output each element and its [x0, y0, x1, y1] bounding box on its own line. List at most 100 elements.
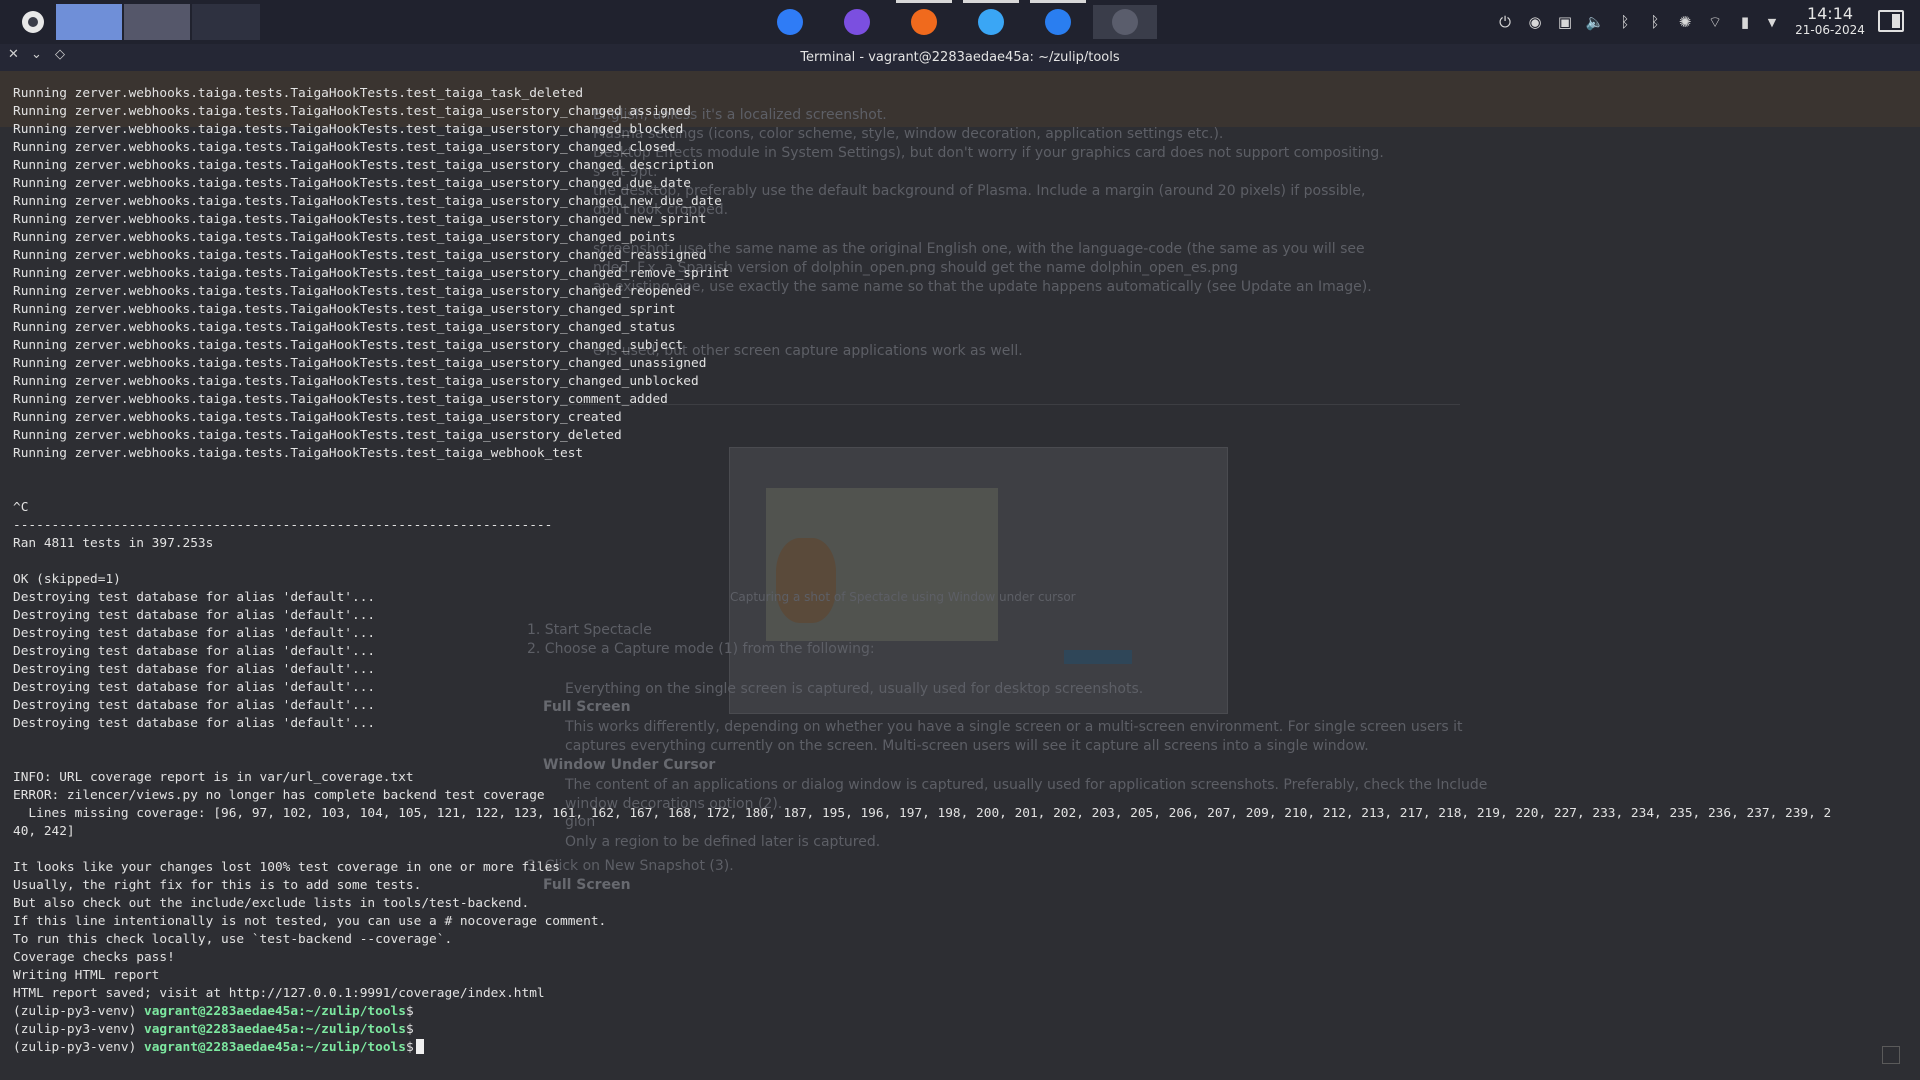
tray-expand-chevron-icon[interactable]: ▼	[1762, 12, 1782, 32]
taskbar-running-indicator	[1030, 0, 1086, 3]
top-panel: ⏻ ◉ ▣ 🔈 ᛒ ᛒ ✺ ⌔ ▮ ▼ 14:14 21-06-2024	[0, 0, 1920, 44]
terminal-cursor	[415, 1039, 424, 1054]
terminal-line: Destroying test database for alias 'defa…	[13, 608, 376, 623]
bluetooth-alt-icon[interactable]: ᛒ	[1645, 12, 1665, 32]
terminal-line: Lines missing coverage: [96, 97, 102, 10…	[13, 806, 1832, 821]
taskbar-running-indicator	[963, 0, 1019, 3]
terminal-line: Running zerver.webhooks.taiga.tests.Taig…	[13, 122, 684, 137]
terminal-line: Running zerver.webhooks.taiga.tests.Taig…	[13, 428, 622, 443]
terminal-line: But also check out the include/exclude l…	[13, 896, 530, 911]
discover-icon	[978, 9, 1004, 35]
taskbar-app-6[interactable]	[1093, 5, 1157, 39]
prompt-venv: (zulip-py3-venv)	[13, 1040, 144, 1055]
terminal-line: Running zerver.webhooks.taiga.tests.Taig…	[13, 392, 668, 407]
dolphin-icon	[777, 9, 803, 35]
taskbar-app-1[interactable]	[758, 5, 822, 39]
terminal-line: If this line intentionally is not tested…	[13, 914, 607, 929]
terminal-line: Destroying test database for alias 'defa…	[13, 590, 376, 605]
terminal-line: Running zerver.webhooks.taiga.tests.Taig…	[13, 86, 584, 101]
prompt-symbol: $	[405, 1022, 414, 1037]
terminal-prompt: (zulip-py3-venv) vagrant@2283aedae45a:~/…	[13, 1039, 1831, 1057]
battery-icon[interactable]: ▮	[1735, 12, 1755, 32]
terminal-line: Running zerver.webhooks.taiga.tests.Taig…	[13, 320, 676, 335]
terminal-line: Running zerver.webhooks.taiga.tests.Taig…	[13, 410, 622, 425]
terminal-line: Writing HTML report	[13, 968, 160, 983]
application-launcher-icon[interactable]	[22, 11, 44, 33]
terminal-line: Running zerver.webhooks.taiga.tests.Taig…	[13, 248, 707, 263]
taskbar-app-5[interactable]	[1026, 0, 1090, 39]
fullscreen-icon[interactable]	[1882, 1046, 1900, 1064]
firefox-icon	[911, 9, 937, 35]
terminal-line: Running zerver.webhooks.taiga.tests.Taig…	[13, 266, 730, 281]
terminal-line: Running zerver.webhooks.taiga.tests.Taig…	[13, 230, 676, 245]
terminal-line: ERROR: zilencer/views.py no longer has c…	[13, 788, 545, 803]
terminal-line: Running zerver.webhooks.taiga.tests.Taig…	[13, 140, 676, 155]
terminal-line: Running zerver.webhooks.taiga.tests.Taig…	[13, 446, 584, 461]
terminal-line: OK (skipped=1)	[13, 572, 121, 587]
taskbar-running-indicator	[896, 0, 952, 3]
prompt-venv: (zulip-py3-venv)	[13, 1022, 144, 1037]
terminal-output[interactable]: Running zerver.webhooks.taiga.tests.Taig…	[13, 85, 1831, 1057]
terminal-line: ----------------------------------------…	[13, 518, 553, 533]
terminal-line: 40, 242]	[13, 824, 75, 839]
thunderbird-icon	[1045, 9, 1071, 35]
terminal-line: Destroying test database for alias 'defa…	[13, 716, 376, 731]
prompt-user-host: vagrant@2283aedae45a:~/zulip/tools	[143, 1004, 406, 1019]
terminal-line: Running zerver.webhooks.taiga.tests.Taig…	[13, 356, 707, 371]
window-title: Terminal - vagrant@2283aedae45a: ~/zulip…	[800, 50, 1120, 65]
clock-date: 21-06-2024	[1795, 23, 1865, 37]
terminal-line: It looks like your changes lost 100% tes…	[13, 860, 561, 875]
prompt-symbol: $	[405, 1040, 414, 1055]
terminal-prompt: (zulip-py3-venv) vagrant@2283aedae45a:~/…	[13, 1003, 1831, 1021]
clock[interactable]: 14:14 21-06-2024	[1790, 4, 1870, 37]
power-icon[interactable]: ⏻	[1495, 12, 1515, 32]
terminal-line: Running zerver.webhooks.taiga.tests.Taig…	[13, 374, 699, 389]
terminal-line: Running zerver.webhooks.taiga.tests.Taig…	[13, 212, 707, 227]
prompt-venv: (zulip-py3-venv)	[13, 1004, 144, 1019]
terminal-line: ^C	[13, 500, 29, 515]
virtual-desktop-2[interactable]	[124, 4, 190, 40]
terminal-line: Running zerver.webhooks.taiga.tests.Taig…	[13, 338, 684, 353]
konsole-icon	[1112, 9, 1138, 35]
terminal-line: Ran 4811 tests in 397.253s	[13, 536, 214, 551]
virtual-desktop-pager	[56, 4, 260, 40]
terminal-line: Running zerver.webhooks.taiga.tests.Taig…	[13, 194, 722, 209]
wifi-icon[interactable]: ⌔	[1705, 12, 1725, 32]
kde-connect-icon	[844, 9, 870, 35]
virtual-desktop-1[interactable]	[56, 4, 122, 40]
brightness-icon[interactable]: ✺	[1675, 12, 1695, 32]
prompt-symbol: $	[405, 1004, 414, 1019]
terminal-line: INFO: URL coverage report is in var/url_…	[13, 770, 414, 785]
taskbar-app-2[interactable]	[825, 5, 889, 39]
terminal-line: Running zerver.webhooks.taiga.tests.Taig…	[13, 284, 691, 299]
show-desktop-icon[interactable]	[1878, 10, 1904, 32]
terminal-line: Destroying test database for alias 'defa…	[13, 698, 376, 713]
terminal-line: Coverage checks pass!	[13, 950, 175, 965]
terminal-line: Usually, the right fix for this is to ad…	[13, 878, 422, 893]
terminal-line: Destroying test database for alias 'defa…	[13, 680, 376, 695]
terminal-line: Running zerver.webhooks.taiga.tests.Taig…	[13, 158, 715, 173]
taskbar-app-3[interactable]	[892, 0, 956, 39]
prompt-user-host: vagrant@2283aedae45a:~/zulip/tools	[143, 1022, 406, 1037]
clock-time: 14:14	[1806, 4, 1854, 23]
taskbar-app-4[interactable]	[959, 0, 1023, 39]
bluetooth-icon[interactable]: ᛒ	[1615, 12, 1635, 32]
network-monitor-icon[interactable]: ◉	[1525, 12, 1545, 32]
terminal-line: To run this check locally, use `test-bac…	[13, 932, 453, 947]
terminal-line: Destroying test database for alias 'defa…	[13, 626, 376, 641]
clipboard-icon[interactable]: ▣	[1555, 12, 1575, 32]
terminal-prompt: (zulip-py3-venv) vagrant@2283aedae45a:~/…	[13, 1021, 1831, 1039]
terminal-line: Destroying test database for alias 'defa…	[13, 662, 376, 677]
prompt-user-host: vagrant@2283aedae45a:~/zulip/tools	[143, 1040, 406, 1055]
volume-icon[interactable]: 🔈	[1585, 12, 1605, 32]
terminal-line: HTML report saved; visit at http://127.0…	[13, 986, 545, 1001]
terminal-line: Running zerver.webhooks.taiga.tests.Taig…	[13, 176, 691, 191]
window-titlebar[interactable]: ✕ ⌄ ◇ Terminal - vagrant@2283aedae45a: ~…	[0, 44, 1920, 71]
virtual-desktop-3[interactable]	[192, 4, 260, 40]
